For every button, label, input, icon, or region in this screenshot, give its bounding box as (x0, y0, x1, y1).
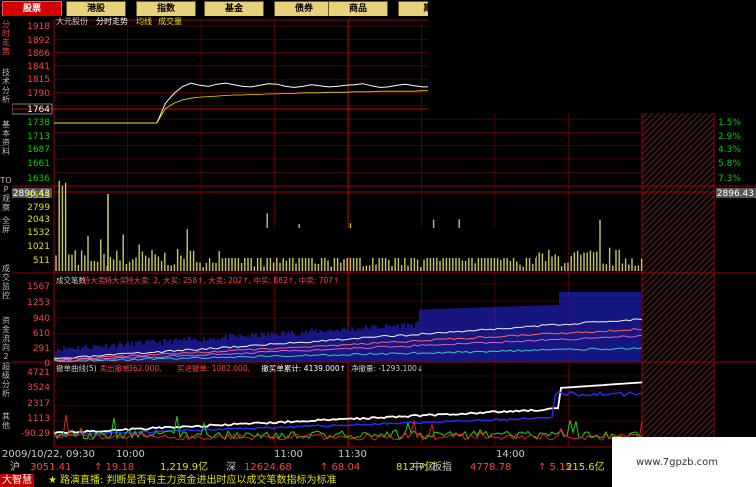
market-tab-2[interactable]: 指数 (136, 1, 196, 17)
price-label: 1815 (27, 75, 50, 85)
pct-label: 1.5% (718, 118, 741, 128)
side-tab-3[interactable]: TOP观察 (0, 176, 12, 212)
price-label: 1738 (27, 118, 50, 128)
market-value-0: 3051.41 (30, 462, 72, 473)
panel3-label: 291 (33, 344, 50, 354)
time-tick-3: 14:00 (496, 449, 525, 460)
panel3-header-3: 特大卖: 2, 大买: 258↑, 大卖: 202↑, 中买: 882↑, 中卖… (126, 275, 339, 285)
watermark: www.7gpzb.com (612, 437, 756, 487)
market-change-0: ↑ 19.18 (94, 462, 135, 473)
price-label: 1866 (27, 49, 50, 59)
price-label: 1636 (27, 174, 50, 184)
market-value-1: 12624.68 (244, 462, 292, 473)
market-amount-2: 215.6亿 (566, 462, 605, 473)
dazhihui-logo: 大智慧 (0, 474, 34, 487)
market-amount-0: 1,219.9亿 (160, 462, 209, 473)
panel3-header-1: 特大卖 (83, 275, 106, 285)
market-tab-1[interactable]: 港股 (66, 1, 126, 17)
panel4-label: 4721 (27, 368, 50, 378)
panel4-label: 2317 (27, 399, 50, 409)
panel4-label: -90.29 (21, 429, 50, 439)
news-text: 路演直播: 判断是否有主力资金进出时应以成交笔数指标为标准 (60, 475, 337, 486)
price-label: 1661 (27, 159, 50, 169)
header-tab-0: 分时走势 (96, 16, 128, 26)
price-label: 1841 (27, 62, 50, 72)
time-tick-0: 10:00 (116, 449, 145, 460)
market-tab-4[interactable]: 债券 (274, 1, 334, 17)
time-start: 2009/10/22, 09:30 (2, 449, 95, 460)
side-tab-4[interactable]: 全屏 (0, 216, 12, 234)
time-tick-1: 11:00 (274, 449, 303, 460)
panel4-header-4: 撤买单累计: 4139.000↑ (261, 363, 345, 373)
side-tab-0[interactable]: 分时走势 (0, 20, 12, 56)
panel4-header-5: 净撤量: -1293.100↓ (351, 363, 423, 373)
stock-name: 大元股份 (56, 16, 88, 26)
pct-label: 2.9% (718, 132, 741, 142)
pct-label: 5.8% (718, 159, 741, 169)
panel4-header-3: 买进撤单: 1082.000, (177, 363, 250, 373)
market-value-2: 4778.78 (470, 462, 512, 473)
star-icon: ★ (48, 475, 57, 486)
side-tab-2[interactable]: 基本资料 (0, 120, 12, 156)
occluding-window (428, 0, 756, 113)
panel4-header-2: 362.000, (128, 364, 161, 373)
panel3-label: 610 (33, 329, 50, 339)
side-tab-bar: 分时走势技术分析基本资料 TOP观察全屏成交监控资金流向2 超级分析其他 (0, 16, 12, 470)
time-tick-2: 11:30 (338, 449, 367, 460)
volume-label: 2043 (27, 215, 50, 225)
price-label: 1892 (27, 36, 50, 46)
panel3-label: 1253 (27, 298, 50, 308)
side-tab-5[interactable]: 成交监控 (0, 264, 12, 300)
volume-label: 3555 (27, 191, 50, 201)
side-tab-6[interactable]: 资金流向2 (0, 316, 12, 361)
market-name-1: 深 (226, 462, 236, 473)
header-tab-1: 均线 (136, 16, 152, 26)
market-tab-0[interactable]: 股票 (2, 1, 62, 17)
panel4-header-1: 卖出撤单 (100, 363, 130, 373)
header-tab-2: 成交量 (158, 16, 182, 26)
price-label: 1790 (27, 89, 50, 99)
panel3-header-2: 特大买 (104, 275, 127, 285)
side-tab-1[interactable]: 技术分析 (0, 68, 12, 104)
market-name-2: 中小板指 (412, 462, 452, 473)
index-badge-right-text: 2896.43 (717, 189, 754, 199)
occluding-popup (222, 228, 536, 258)
panel3-label: 1567 (27, 282, 50, 292)
panel4-label: 1113 (27, 414, 50, 424)
panel4-label: 3524 (27, 383, 50, 393)
pct-label: 7.3% (718, 174, 741, 184)
price-label: 1918 (27, 22, 50, 32)
volume-label: 1021 (27, 242, 50, 252)
market-tab-5[interactable]: 商品 (328, 1, 388, 17)
price-label: 1687 (27, 145, 50, 155)
watermark-text: www.7gpzb.com (636, 457, 718, 468)
price-label: 1764 (27, 105, 50, 115)
volume-label: 511 (33, 256, 50, 266)
volume-label: 2799 (27, 203, 50, 213)
market-tab-3[interactable]: 基金 (204, 1, 264, 17)
volume-label: 1532 (27, 228, 50, 238)
pct-label: 4.3% (718, 145, 741, 155)
market-name-0: 沪 (10, 462, 20, 473)
market-change-1: ↑ 68.04 (320, 462, 361, 473)
side-tab-7[interactable]: 超级分析 (0, 362, 12, 398)
panel4-header-0: 撤单曲线(5) (56, 363, 97, 373)
price-label: 1713 (27, 132, 50, 142)
panel3-label: 940 (33, 314, 50, 324)
side-tab-8[interactable]: 其他 (0, 412, 12, 430)
